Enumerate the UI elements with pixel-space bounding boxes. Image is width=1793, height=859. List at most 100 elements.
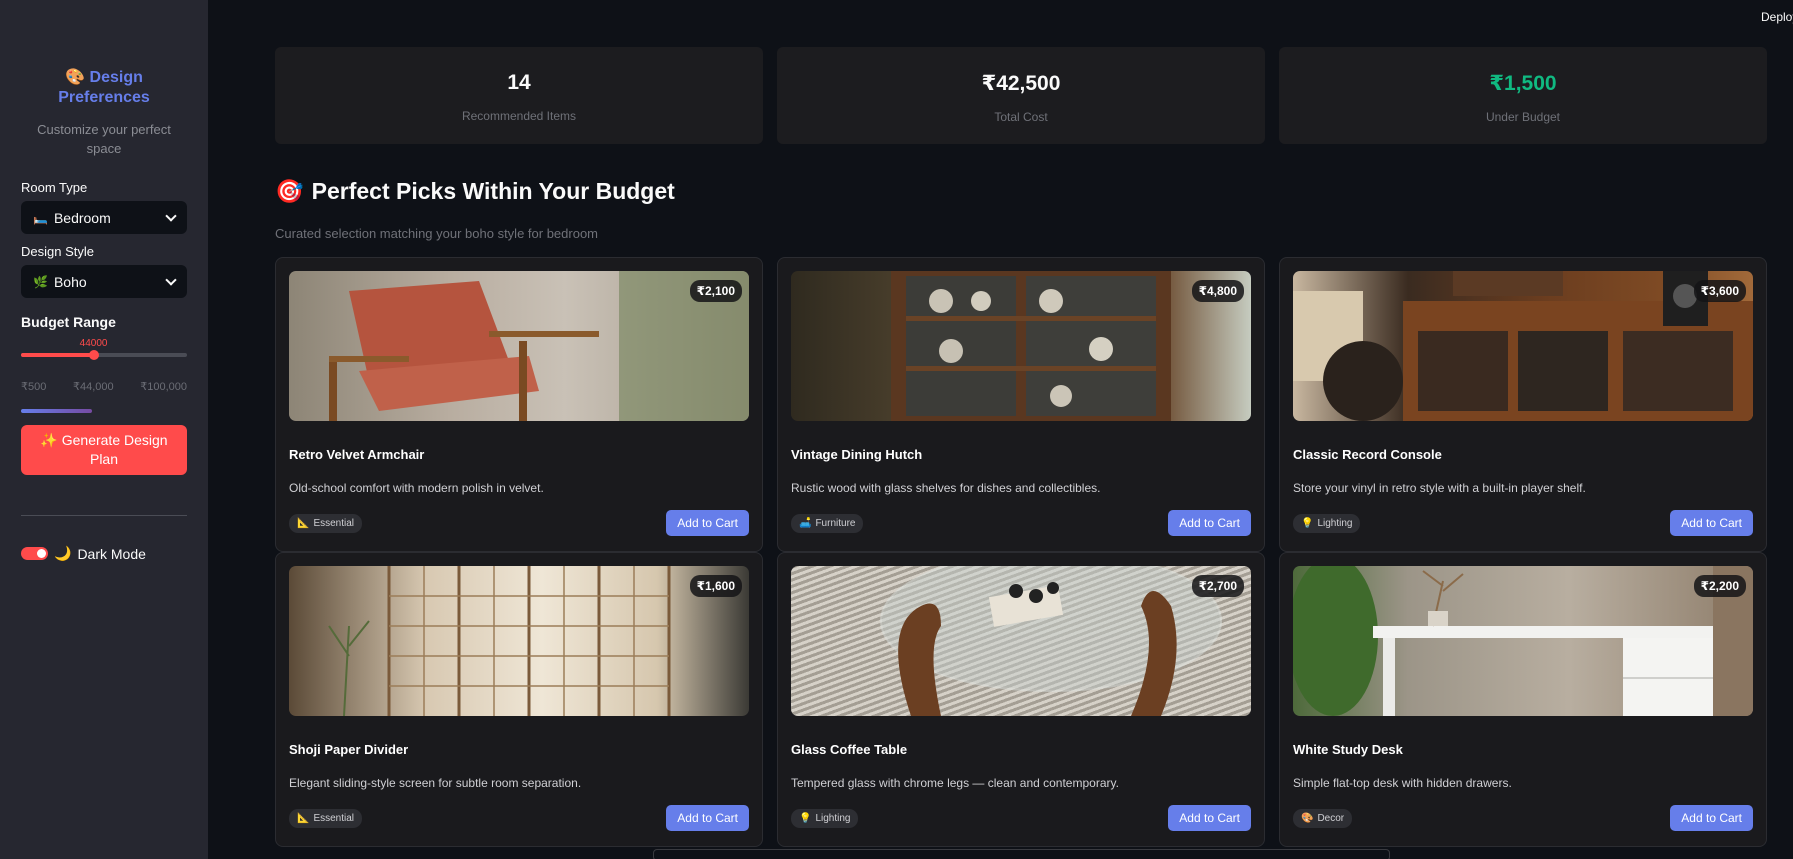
budget-tick-mid: ₹44,000 [72,381,114,393]
budget-slider-fill [21,353,94,357]
product-card: ₹1,600 Shoji Paper Divider Elegant slidi… [275,552,763,847]
category-tag: 💡 Lighting [1293,513,1361,533]
add-to-cart-button[interactable]: Add to Cart [666,510,749,536]
product-image-armchair: ₹2,100 [289,271,749,421]
stat-card-under-budget: ₹1,500 Under Budget [1279,47,1767,144]
room-type-label: Room Type [21,180,88,195]
add-to-cart-button[interactable]: Add to Cart [1670,510,1753,536]
product-description: Rustic wood with glass shelves for dishe… [791,481,1101,495]
budget-slider-value: 44000 [79,338,108,349]
design-style-label: Design Style [21,244,94,259]
product-description: Elegant sliding-style screen for subtle … [289,776,582,790]
design-style-select[interactable]: 🌿 Boho [21,265,187,298]
stat-card-total-cost: ₹42,500 Total Cost [777,47,1265,144]
card-footer: 🎨 Decor Add to Cart [1293,805,1753,831]
desk-illustration [1293,566,1753,716]
card-footer: 💡 Lighting Add to Cart [1293,510,1753,536]
product-image-hutch: ₹4,800 [791,271,1251,421]
category-tag-label: Decor [1317,812,1345,824]
product-description: Tempered glass with chrome legs — clean … [791,776,1119,790]
product-description: Store your vinyl in retro style with a b… [1293,481,1586,495]
product-name: Shoji Paper Divider [289,742,409,757]
budget-slider-thumb[interactable] [88,350,99,360]
stat-value: 14 [507,71,531,94]
category-tag: 📐 Essential [289,513,363,533]
stat-value: ₹1,500 [1489,72,1557,95]
moon-icon: 🌙 [54,545,72,561]
category-tag-label: Essential [313,517,355,529]
main-content: 14 Recommended Items ₹42,500 Total Cost … [275,47,1767,847]
budget-slider[interactable]: 44000 [21,338,187,378]
product-name: Glass Coffee Table [791,742,908,757]
card-footer: 🛋️ Furniture Add to Cart [791,510,1251,536]
add-to-cart-button[interactable]: Add to Cart [1168,805,1251,831]
dark-mode-label: Dark Mode [77,545,146,562]
product-name: Vintage Dining Hutch [791,447,923,462]
product-card: ₹2,200 White Study Desk Simple flat-top … [1279,552,1767,847]
sidebar-title: 🎨 Design Preferences [21,68,187,108]
price-badge: ₹3,600 [1693,280,1746,302]
bottom-panel-edge [653,849,1390,859]
chevron-down-icon [165,273,177,286]
budget-range-heading: Budget Range [21,314,116,330]
category-tag: 📐 Essential [289,808,363,828]
section-subtitle: Curated selection matching your boho sty… [275,226,599,241]
palette-icon: 🎨 [65,69,86,86]
armchair-illustration [329,271,749,421]
category-tag: 🎨 Decor [1293,808,1353,828]
progress-bar [21,409,92,413]
category-tag: 🛋️ Furniture [791,513,864,533]
section-heading: 🎯 Perfect Picks Within Your Budget [275,178,1767,205]
budget-tick-min: ₹500 [21,381,47,393]
hutch-illustration [891,271,1171,421]
category-tag-label: Lighting [815,812,851,824]
product-name: White Study Desk [1293,742,1403,757]
target-icon: 🎯 [275,178,304,204]
budget-tick-max: ₹100,000 [140,381,187,393]
coffee-table-illustration [880,566,1222,716]
budget-slider-ticks: ₹500 ₹44,000 ₹100,000 [21,380,187,393]
price-badge: ₹2,200 [1693,575,1746,597]
add-to-cart-button[interactable]: Add to Cart [1670,805,1753,831]
ruler-icon: 📐 [297,812,310,824]
category-tag-label: Furniture [815,517,856,529]
section-title: Perfect Picks Within Your Budget [311,178,675,204]
palette-icon: 🎨 [1301,812,1314,824]
lightbulb-icon: 💡 [1301,517,1314,529]
add-to-cart-button[interactable]: Add to Cart [666,805,749,831]
price-badge: ₹2,700 [1191,575,1244,597]
stat-label: Recommended Items [461,109,577,123]
couch-icon: 🛋️ [799,517,812,529]
product-card: ₹3,600 Classic Record Console Store your… [1279,257,1767,552]
product-description: Simple flat-top desk with hidden drawers… [1293,776,1512,790]
design-style-value: Boho [53,273,87,290]
product-description: Old-school comfort with modern polish in… [289,481,544,495]
card-footer: 💡 Lighting Add to Cart [791,805,1251,831]
dark-mode-toggle[interactable] [21,547,48,560]
product-image-shoji: ₹1,600 [289,566,749,716]
sidebar-subtitle: Customize your perfect space [37,122,171,156]
dark-mode-row: 🌙 Dark Mode [21,545,187,562]
price-badge: ₹2,100 [689,280,742,302]
product-grid: ₹2,100 Retro Velvet Armchair Old-school … [275,257,1767,847]
herb-icon: 🌿 [33,274,48,289]
add-to-cart-button[interactable]: Add to Cart [1168,510,1251,536]
deploy-button[interactable]: Deploy [1761,10,1793,24]
price-badge: ₹1,600 [689,575,742,597]
stat-label: Under Budget [1485,110,1561,124]
category-tag: 💡 Lighting [791,808,859,828]
sidebar-divider [21,515,187,516]
room-type-select[interactable]: 🛏️ Bedroom [21,201,187,234]
sidebar: 🎨 Design Preferences Customize your perf… [0,0,208,859]
category-tag-label: Essential [313,812,355,824]
console-illustration [1293,271,1753,421]
generate-design-plan-button[interactable]: ✨ Generate Design Plan [21,425,187,475]
product-image-console: ₹3,600 [1293,271,1753,421]
stats-row: 14 Recommended Items ₹42,500 Total Cost … [275,47,1767,144]
product-name: Retro Velvet Armchair [289,447,425,462]
stat-label: Total Cost [994,110,1048,124]
product-card: ₹2,100 Retro Velvet Armchair Old-school … [275,257,763,552]
product-card: ₹4,800 Vintage Dining Hutch Rustic wood … [777,257,1265,552]
chevron-down-icon [165,209,177,222]
price-badge: ₹4,800 [1191,280,1244,302]
